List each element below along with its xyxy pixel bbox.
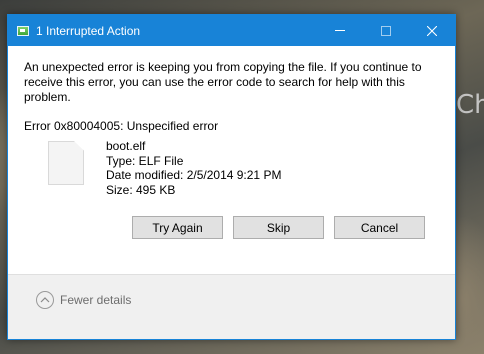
chevron-up-icon xyxy=(36,291,54,309)
generic-file-icon xyxy=(48,141,84,185)
maximize-button[interactable] xyxy=(363,15,409,46)
try-again-button[interactable]: Try Again xyxy=(132,216,223,239)
file-copy-icon xyxy=(17,25,29,36)
file-modified: Date modified: 2/5/2014 9:21 PM xyxy=(106,168,282,182)
file-name: boot.elf xyxy=(106,139,146,153)
window-title: 1 Interrupted Action xyxy=(36,23,141,38)
file-size: Size: 495 KB xyxy=(106,182,176,197)
error-code: Error 0x80004005: Unspecified error xyxy=(24,119,219,133)
file-details: boot.elf Type: ELF File Date modified: 2… xyxy=(48,139,281,197)
fewer-details-toggle[interactable]: Fewer details xyxy=(36,291,131,309)
file-info: boot.elf Type: ELF File Date modified: 2… xyxy=(106,139,281,197)
close-button[interactable] xyxy=(409,15,455,46)
file-type: Type: ELF File xyxy=(106,153,184,168)
cancel-button[interactable]: Cancel xyxy=(334,216,425,239)
title-bar[interactable]: 1 Interrupted Action xyxy=(8,15,455,46)
skip-button[interactable]: Skip xyxy=(233,216,324,239)
dialog-footer: Fewer details xyxy=(8,274,455,339)
close-icon xyxy=(427,25,437,36)
minimize-button[interactable] xyxy=(317,15,363,46)
desktop-partial-text: Ch xyxy=(456,90,484,120)
error-message: An unexpected error is keeping you from … xyxy=(24,60,422,104)
minimize-icon xyxy=(335,30,345,31)
maximize-icon xyxy=(381,25,391,36)
action-buttons: Try Again Skip Cancel xyxy=(132,216,435,239)
interrupted-action-dialog: 1 Interrupted Action An unexpected error… xyxy=(7,14,456,340)
fewer-details-label: Fewer details xyxy=(60,293,132,307)
